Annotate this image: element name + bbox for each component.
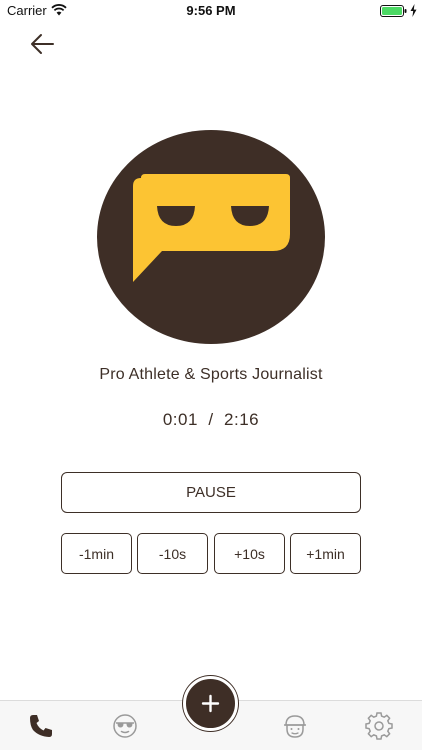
- forward-1min-button[interactable]: +1min: [290, 533, 361, 574]
- tab-calls[interactable]: [21, 701, 61, 750]
- caller-avatar: [97, 130, 325, 344]
- caller-title: Pro Athlete & Sports Journalist: [99, 366, 323, 383]
- tab-friends[interactable]: [105, 701, 145, 750]
- forward-10s-button[interactable]: +10s: [214, 533, 285, 574]
- pause-button[interactable]: PAUSE: [61, 472, 361, 513]
- back-button[interactable]: [26, 30, 58, 60]
- charging-bolt-icon: [410, 4, 417, 17]
- seek-controls: -1min -10s +10s +1min: [61, 533, 361, 574]
- call-timer: 0:01 / 2:16: [162, 410, 260, 429]
- tab-settings[interactable]: [359, 701, 399, 750]
- phone-icon: [30, 715, 52, 737]
- tab-profile[interactable]: [275, 701, 315, 750]
- add-button[interactable]: [183, 676, 238, 731]
- arrow-left-icon: [31, 34, 54, 54]
- rewind-10s-button[interactable]: -10s: [137, 533, 208, 574]
- clock: 9:56 PM: [186, 3, 236, 18]
- sunglasses-face-icon: [113, 714, 137, 738]
- plus-icon: [201, 694, 220, 713]
- battery-icon: [380, 5, 407, 17]
- rewind-1min-button[interactable]: -1min: [61, 533, 132, 574]
- cap-face-icon: [284, 715, 306, 738]
- brand-mask-logo: [133, 174, 290, 282]
- status-bar: Carrier 9:56 PM: [0, 0, 422, 22]
- gear-icon: [365, 712, 393, 740]
